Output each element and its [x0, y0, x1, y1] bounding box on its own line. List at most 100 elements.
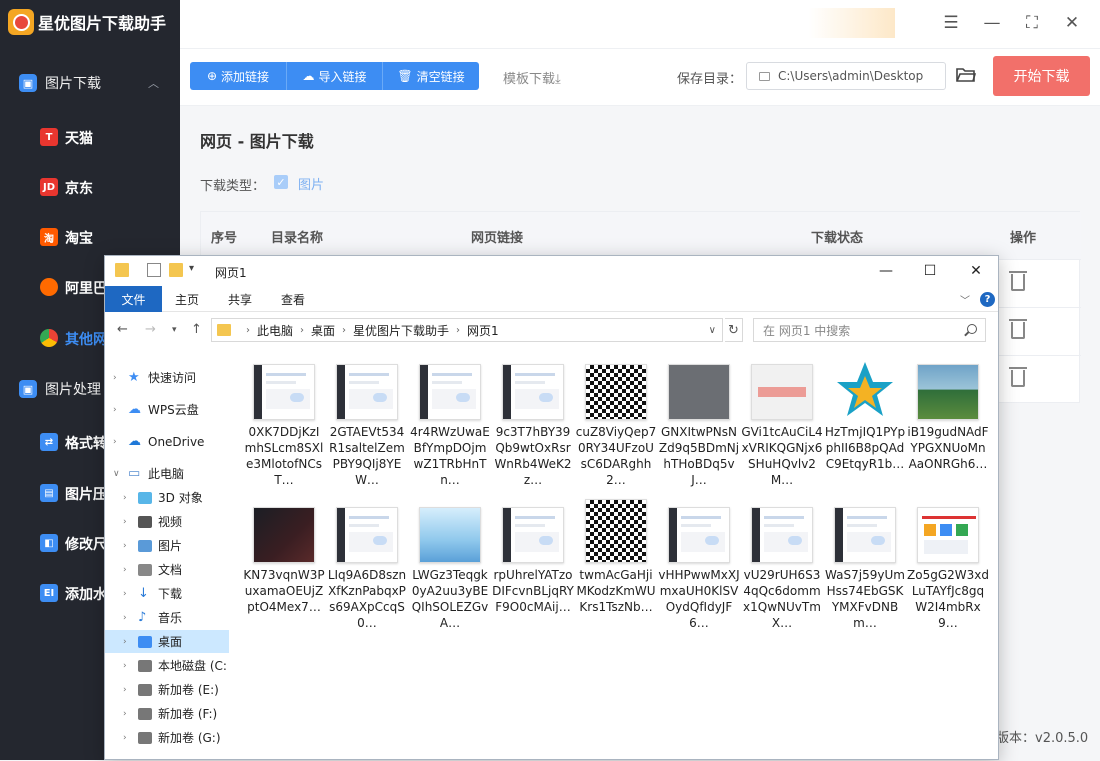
expand-arrow-icon[interactable]: › — [123, 709, 127, 719]
expand-arrow-icon[interactable]: › — [123, 613, 127, 623]
maximize-icon[interactable]: ⛶ — [1021, 12, 1043, 34]
up-arrow-icon[interactable]: ↑ — [191, 322, 202, 337]
minimize-icon[interactable]: — — [876, 262, 896, 280]
tab-file[interactable]: 文件 — [105, 286, 162, 312]
file-item[interactable]: vU29rUH6S34qQc6dommx1QwNUvTmX… — [741, 499, 823, 639]
file-item[interactable]: 4r4RWzUwaEBfYmpDOjmwZ1TRbHnTn… — [409, 356, 491, 496]
tab-view[interactable]: 查看 — [281, 291, 305, 308]
file-item[interactable]: LWGz3Teqgk0yA2uu3yBEQIhSOLEZGvA… — [409, 499, 491, 639]
file-item[interactable]: iB19gudNAdFYPGXNUoMnAaONRGh6… — [907, 356, 989, 496]
expand-arrow-icon[interactable]: › — [123, 565, 127, 575]
expand-arrow-icon[interactable]: › — [123, 661, 127, 671]
tree-item[interactable]: › 图片 — [105, 534, 229, 557]
start-download-button[interactable]: 开始下载 — [993, 56, 1090, 96]
breadcrumb-item[interactable]: 此电脑 — [257, 322, 293, 339]
clear-link-label: 清空链接 — [416, 69, 465, 84]
trash-icon: 🗑 — [397, 69, 413, 83]
close-icon[interactable]: ✕ — [966, 262, 986, 280]
tab-home[interactable]: 主页 — [175, 291, 199, 308]
new-folder-icon[interactable] — [169, 263, 183, 277]
file-item[interactable]: cuZ8ViyQep70RY34UFzoUsC6DARghh2… — [575, 356, 657, 496]
tree-item[interactable]: › 新加卷 (G:) — [105, 726, 229, 749]
file-item[interactable]: 2GTAEVt534R1saltelZemPBY9QIj8YEW… — [326, 356, 408, 496]
address-bar[interactable]: › 此电脑 › 桌面 › 星优图片下载助手 › 网页1 ∨ — [211, 318, 723, 342]
close-icon[interactable]: ✕ — [1061, 12, 1083, 34]
tree-item[interactable]: › 本地磁盘 (C: — [105, 654, 229, 677]
expand-arrow-icon[interactable]: › — [123, 685, 127, 695]
tree-item[interactable]: › ☁ OneDrive — [105, 430, 229, 453]
file-item[interactable]: 9c3T7hBY39Qb9wtOxRsrWnRb4WeK2z… — [492, 356, 574, 496]
expand-arrow-icon[interactable]: › — [113, 373, 117, 383]
tree-item[interactable]: › ♪ 音乐 — [105, 606, 229, 629]
refresh-icon[interactable]: ↻ — [725, 318, 743, 342]
tree-item[interactable]: › 视频 — [105, 510, 229, 533]
open-folder-icon[interactable] — [956, 66, 976, 83]
file-item[interactable]: GVi1tcAuCiL4xVRIKQGNjx6SHuHQvlv2M… — [741, 356, 823, 496]
sidebar-item-jd[interactable]: JD 京东 — [0, 167, 180, 207]
chevron-up-icon[interactable]: ︿ — [148, 75, 159, 91]
delete-icon[interactable] — [1009, 319, 1027, 339]
template-download-link[interactable]: 模板下载⤓ — [503, 68, 561, 87]
expand-arrow-icon[interactable]: › — [123, 517, 127, 527]
expand-arrow-icon[interactable]: › — [123, 733, 127, 743]
breadcrumb-item[interactable]: 桌面 — [311, 322, 335, 339]
file-name: LIq9A6D8sznXfKznPabqxPs69AXpCcqS0… — [327, 568, 407, 630]
expand-arrow-icon[interactable]: › — [123, 637, 127, 647]
nav-section-image-download[interactable]: ▣ 图片下载 ︿ — [0, 63, 180, 103]
tree-item[interactable]: › ☁ WPS云盘 — [105, 398, 229, 421]
file-item[interactable]: Zo5gG2W3xdLuTAYfJc8gqW2I4mbRx9… — [907, 499, 989, 639]
tree-item[interactable]: › 新加卷 (F:) — [105, 702, 229, 725]
tree-item[interactable]: › 新加卷 (E:) — [105, 678, 229, 701]
expand-arrow-icon[interactable]: ∨ — [113, 469, 120, 479]
clear-link-button[interactable]: 🗑 清空链接 — [383, 62, 479, 90]
settings-sliders-icon[interactable]: ☰ — [940, 12, 962, 34]
chevron-down-icon[interactable]: ∨ — [709, 325, 716, 336]
tree-item[interactable]: › ↓ 下载 — [105, 582, 229, 605]
file-list: 0XK7DDjKzImhSLcm8SXle3MlotofNCsT… 2GTAEVt… — [233, 352, 998, 757]
expand-arrow-icon[interactable]: › — [123, 493, 127, 503]
expand-arrow-icon[interactable]: › — [113, 437, 117, 447]
help-icon[interactable]: ? — [980, 292, 995, 307]
file-item[interactable]: WaS7j59yUmHss74EbGSKYMXFvDNBm… — [824, 499, 906, 639]
file-item[interactable]: rpUhrelYATzoDIFcvnBLjqRYF9O0cMAij… — [492, 499, 574, 639]
customize-toolbar-icon[interactable]: ▾ — [189, 263, 203, 277]
file-item[interactable]: KN73vqnW3PuxamaOEUjZptO4Mex7… — [243, 499, 325, 639]
import-link-button[interactable]: ☁ 导入链接 — [287, 62, 383, 90]
delete-icon[interactable] — [1009, 367, 1027, 387]
back-arrow-icon[interactable]: ← — [117, 322, 128, 337]
file-item[interactable]: GNXItwPNsNZd9q5BDmNjhTHoBDq5vJ… — [658, 356, 740, 496]
sidebar-item-tmall[interactable]: T 天猫 — [0, 117, 180, 157]
maximize-icon[interactable]: ☐ — [920, 262, 940, 280]
file-item[interactable]: HzTmjIQ1PYpphII6B8pQAdC9EtqyR1b… — [824, 356, 906, 496]
file-item[interactable]: vHHPwwMxXJmxaUH0KlSVOydQfIdyJF6… — [658, 499, 740, 639]
tab-share[interactable]: 共享 — [228, 291, 252, 308]
image-thumbnail — [336, 507, 398, 563]
column-dir-name: 目录名称 — [271, 231, 324, 246]
expand-arrow-icon[interactable]: › — [113, 405, 117, 415]
search-input[interactable]: 在 网页1 中搜索 — [753, 318, 986, 342]
tree-item[interactable]: › 文档 — [105, 558, 229, 581]
expand-arrow-icon[interactable]: › — [123, 541, 127, 551]
sidebar-item-taobao[interactable]: 淘 淘宝 — [0, 217, 180, 257]
tree-item[interactable]: ∨ ▭ 此电脑 — [105, 462, 229, 485]
chevron-down-icon[interactable]: ﹀ — [960, 292, 970, 307]
file-item[interactable]: LIq9A6D8sznXfKznPabqxPs69AXpCcqS0… — [326, 499, 408, 639]
file-item[interactable]: 0XK7DDjKzImhSLcm8SXle3MlotofNCsT… — [243, 356, 325, 496]
file-item[interactable]: twmAcGaHjiMKodzKmWUKrs1TszNb… — [575, 499, 657, 639]
tree-item[interactable]: › ★ 快速访问 — [105, 366, 229, 389]
add-link-button[interactable]: ⊕ 添加链接 — [190, 62, 287, 90]
delete-icon[interactable] — [1009, 271, 1027, 291]
forward-arrow-icon[interactable]: → — [145, 322, 156, 337]
save-dir-input[interactable]: C:\Users\admin\Desktop — [746, 62, 946, 90]
minimize-icon[interactable]: — — [981, 12, 1003, 34]
properties-icon[interactable] — [147, 263, 161, 277]
folder-icon — [115, 263, 129, 277]
download-type-checkbox[interactable]: ✓ — [274, 175, 288, 189]
recent-locations-icon[interactable]: ▾ — [172, 325, 177, 335]
expand-arrow-icon[interactable]: › — [123, 589, 127, 599]
breadcrumb-item[interactable]: 网页1 — [467, 322, 499, 339]
column-actions: 操作 — [1010, 231, 1037, 246]
breadcrumb-item[interactable]: 星优图片下载助手 — [353, 322, 449, 339]
tree-item[interactable]: › 桌面 — [105, 630, 229, 653]
tree-item[interactable]: › 3D 对象 — [105, 486, 229, 509]
